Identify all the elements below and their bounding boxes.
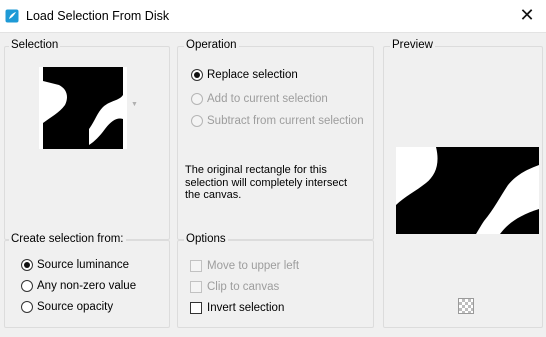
checkerboard-icon[interactable] xyxy=(458,298,474,314)
options-group-label: Options xyxy=(184,233,228,245)
any-non-zero-radio-dot[interactable] xyxy=(21,280,33,292)
operation-group-label: Operation xyxy=(184,39,239,51)
clip-to-canvas-checkbox[interactable]: Clip to canvas xyxy=(190,281,279,293)
selection-group-label: Selection xyxy=(9,39,61,51)
source-luminance-radio[interactable]: Source luminance xyxy=(21,259,129,271)
replace-selection-radio[interactable]: Replace selection xyxy=(191,69,298,81)
add-to-selection-radio-dot[interactable] xyxy=(191,93,203,105)
any-non-zero-radio[interactable]: Any non-zero value xyxy=(21,280,136,292)
source-opacity-radio[interactable]: Source opacity xyxy=(21,301,113,313)
intersect-note-line: selection will completely intersect xyxy=(185,176,348,189)
preview-image xyxy=(396,147,539,234)
invert-selection-label: Invert selection xyxy=(207,302,285,314)
intersect-note-line: The original rectangle for this xyxy=(185,164,327,176)
app-icon xyxy=(5,9,19,23)
clip-to-canvas-label: Clip to canvas xyxy=(207,281,280,293)
move-upper-left-label: Move to upper left xyxy=(207,260,300,272)
replace-selection-radio-dot[interactable] xyxy=(191,69,203,81)
invert-selection-box[interactable] xyxy=(190,302,202,314)
window-title: Load Selection From Disk xyxy=(26,9,170,23)
preview-image-render xyxy=(396,147,539,234)
subtract-selection-radio[interactable]: Subtract from current selection xyxy=(191,115,364,127)
source-opacity-radio-dot[interactable] xyxy=(21,301,33,313)
source-luminance-radio-dot[interactable] xyxy=(21,259,33,271)
add-to-selection-radio[interactable]: Add to current selection xyxy=(191,93,328,105)
preview-group-label: Preview xyxy=(390,39,435,51)
dialog-body: Selection ▼ Operation Replace selection … xyxy=(0,32,546,337)
replace-selection-label: Replace selection xyxy=(207,69,298,81)
add-to-selection-label: Add to current selection xyxy=(207,93,328,105)
close-button[interactable]: ✕ xyxy=(508,0,546,32)
any-non-zero-label: Any non-zero value xyxy=(37,280,137,292)
chevron-down-icon[interactable]: ▼ xyxy=(131,101,138,108)
subtract-selection-radio-dot[interactable] xyxy=(191,115,203,127)
intersect-note: The original rectangle for this selectio… xyxy=(185,164,347,202)
source-opacity-label: Source opacity xyxy=(37,301,114,313)
move-upper-left-checkbox[interactable]: Move to upper left xyxy=(190,260,299,272)
create-selection-group-label: Create selection from: xyxy=(9,233,126,245)
move-upper-left-box[interactable] xyxy=(190,260,202,272)
selection-thumbnail[interactable] xyxy=(39,67,127,149)
invert-selection-checkbox[interactable]: Invert selection xyxy=(190,302,284,314)
source-luminance-label: Source luminance xyxy=(37,259,130,271)
intersect-note-line: the canvas. xyxy=(185,189,242,201)
subtract-selection-label: Subtract from current selection xyxy=(207,115,364,127)
clip-to-canvas-box[interactable] xyxy=(190,281,202,293)
selection-thumbnail-image xyxy=(39,67,127,149)
title-bar: Load Selection From Disk ✕ xyxy=(0,0,546,32)
